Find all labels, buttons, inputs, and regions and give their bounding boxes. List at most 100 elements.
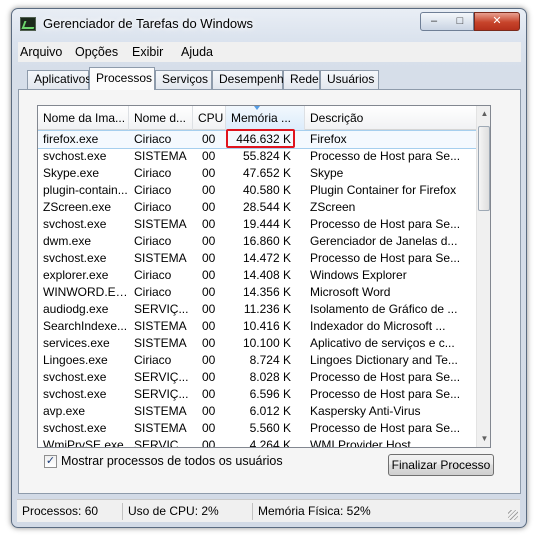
table-row[interactable]: WINWORD.EXE Ciriaco 00 14.356 K Microsoft Wo…: [38, 284, 476, 301]
table-row[interactable]: audiodg.exe SERVIÇ... 00 11.236 K Isolamento…: [38, 301, 476, 318]
cell-user: SISTEMA: [134, 404, 187, 418]
cell-cpu: 00: [202, 421, 216, 435]
sort-descending-icon: [254, 106, 260, 110]
cell-cpu: 00: [202, 234, 216, 248]
cell-user: SISTEMA: [134, 149, 187, 163]
status-physical-memory: Memória Física: 52%: [258, 504, 371, 518]
cell-memory: 14.408 K: [242, 268, 291, 282]
cell-cpu: 00: [202, 166, 216, 180]
cell-name: svchost.exe: [43, 421, 107, 435]
table-row[interactable]: Lingoes.exe Ciriaco 00 8.724 K Lingoes Dicti…: [38, 352, 476, 369]
cell-user: Ciriaco: [134, 285, 172, 299]
cell-user: Ciriaco: [134, 132, 172, 146]
cell-memory: 6.012 K: [249, 404, 291, 418]
column-description[interactable]: Descrição: [305, 106, 476, 130]
table-row[interactable]: Skype.exe Ciriaco 00 47.652 K Skype: [38, 165, 476, 182]
show-all-processes-checkbox[interactable]: ✓: [44, 455, 57, 468]
cell-cpu: 00: [202, 285, 216, 299]
cell-memory: 8.028 K: [249, 370, 291, 384]
cell-user: SERVIÇ...: [134, 438, 189, 448]
cell-memory: 11.236 K: [243, 302, 291, 316]
memory-highlight-box: [226, 129, 295, 148]
cell-description: WMI Provider Host: [310, 438, 411, 448]
scroll-up-icon[interactable]: ▲: [477, 106, 490, 122]
cell-cpu: 00: [202, 132, 216, 146]
show-all-processes-label[interactable]: Mostrar processos de todos os usuários: [61, 454, 283, 468]
tab-aplicativos[interactable]: Aplicativos: [27, 70, 91, 89]
table-row[interactable]: plugin-contain... Ciriaco 00 40.580 K Plugin…: [38, 182, 476, 199]
menu-arquivo[interactable]: Arquivo: [20, 45, 62, 59]
scroll-down-icon[interactable]: ▼: [477, 431, 490, 447]
menu-opcoes[interactable]: Opções: [75, 45, 118, 59]
cell-memory: 5.560 K: [249, 421, 291, 435]
table-row[interactable]: services.exe SISTEMA 00 10.100 K Aplicativo …: [38, 335, 476, 352]
minimize-button[interactable]: –: [420, 12, 448, 31]
table-row[interactable]: svchost.exe SERVIÇ... 00 8.028 K Processo de…: [38, 369, 476, 386]
cell-name: Skype.exe: [43, 166, 100, 180]
cell-cpu: 00: [202, 387, 216, 401]
window-title: Gerenciador de Tarefas do Windows: [43, 16, 254, 31]
maximize-button[interactable]: □: [447, 12, 474, 31]
menu-ajuda[interactable]: Ajuda: [181, 45, 213, 59]
tab-processos[interactable]: Processos: [89, 67, 155, 90]
cell-description: Processo de Host para Se...: [310, 217, 461, 231]
table-row[interactable]: avp.exe SISTEMA 00 6.012 K Kaspersky Anti-Vi…: [38, 403, 476, 420]
cell-memory: 8.724 K: [249, 353, 291, 367]
column-memory[interactable]: Memória ...: [226, 106, 305, 130]
cell-description: Processo de Host para Se...: [310, 370, 461, 384]
cell-description: Indexador do Microsoft ...: [310, 319, 446, 333]
cell-memory: 14.472 K: [242, 251, 291, 265]
close-button[interactable]: ✕: [474, 12, 520, 31]
status-bar: Processos: 60 Uso de CPU: 2% Memória Fís…: [17, 499, 520, 522]
cell-memory: 47.652 K: [242, 166, 291, 180]
table-row[interactable]: svchost.exe SISTEMA 00 14.472 K Processo de …: [38, 250, 476, 267]
cell-memory: 10.100 K: [242, 336, 291, 350]
table-row[interactable]: svchost.exe SISTEMA 00 5.560 K Processo de H…: [38, 420, 476, 437]
table-row[interactable]: firefox.exe Ciriaco 00 446.632 K Firefox: [38, 129, 477, 149]
cell-description: Gerenciador de Janelas d...: [310, 234, 458, 248]
status-processes: Processos: 60: [17, 503, 123, 520]
column-image-name[interactable]: Nome da Ima...: [38, 106, 129, 130]
end-process-button[interactable]: Finalizar Processo: [388, 454, 494, 476]
cell-description: Plugin Container for Firefox: [310, 183, 457, 197]
cell-memory: 55.824 K: [242, 149, 291, 163]
process-list[interactable]: Nome da Ima... Nome d... CPU Memória ...…: [37, 105, 491, 448]
tab-rede[interactable]: Rede: [283, 70, 320, 89]
cell-user: SISTEMA: [134, 336, 187, 350]
resize-grip-icon[interactable]: [508, 510, 518, 520]
cell-memory: 40.580 K: [242, 183, 291, 197]
table-row[interactable]: WmiPrvSE.exe SERVIÇ... 00 4.264 K WMI Provid…: [38, 437, 476, 448]
cell-name: plugin-contain...: [43, 183, 128, 197]
menu-bar: Arquivo Opções Exibir Ajuda: [18, 42, 521, 62]
table-row[interactable]: dwm.exe Ciriaco 00 16.860 K Gerenciador de J…: [38, 233, 476, 250]
title-bar[interactable]: Gerenciador de Tarefas do Windows – □ ✕: [12, 9, 526, 39]
cell-memory: 6.596 K: [249, 387, 291, 401]
table-row[interactable]: svchost.exe SISTEMA 00 55.824 K Processo de …: [38, 148, 476, 165]
table-row[interactable]: SearchIndexe... SISTEMA 00 10.416 K Indexado…: [38, 318, 476, 335]
column-cpu[interactable]: CPU: [193, 106, 226, 130]
menu-exibir[interactable]: Exibir: [132, 45, 163, 59]
cell-name: SearchIndexe...: [43, 319, 128, 333]
cell-user: Ciriaco: [134, 200, 172, 214]
table-row[interactable]: ZScreen.exe Ciriaco 00 28.544 K ZScreen: [38, 199, 476, 216]
cell-cpu: 00: [202, 251, 216, 265]
table-row[interactable]: svchost.exe SERVIÇ... 00 6.596 K Processo de…: [38, 386, 476, 403]
vertical-scrollbar[interactable]: ▲ ▼: [476, 106, 490, 447]
table-row[interactable]: explorer.exe Ciriaco 00 14.408 K Windows Exp…: [38, 267, 476, 284]
tab-desempenho[interactable]: Desempenho: [212, 70, 290, 89]
cell-name: ZScreen.exe: [43, 200, 112, 214]
cell-description: Processo de Host para Se...: [310, 251, 461, 265]
cell-user: SERVIÇ...: [134, 387, 189, 401]
list-header: Nome da Ima... Nome d... CPU Memória ...…: [38, 106, 476, 130]
cell-memory: 16.860 K: [242, 234, 291, 248]
table-row[interactable]: svchost.exe SISTEMA 00 19.444 K Processo de …: [38, 216, 476, 233]
cell-user: Ciriaco: [134, 234, 172, 248]
cell-description: Isolamento de Gráfico de ...: [310, 302, 458, 316]
task-manager-icon: [20, 17, 36, 31]
column-user-name[interactable]: Nome d...: [129, 106, 193, 130]
cell-user: SISTEMA: [134, 217, 187, 231]
cell-description: Processo de Host para Se...: [310, 149, 461, 163]
tab-usuarios[interactable]: Usuários: [320, 70, 379, 89]
scroll-thumb[interactable]: [478, 126, 490, 211]
tab-servicos[interactable]: Serviços: [155, 70, 212, 89]
